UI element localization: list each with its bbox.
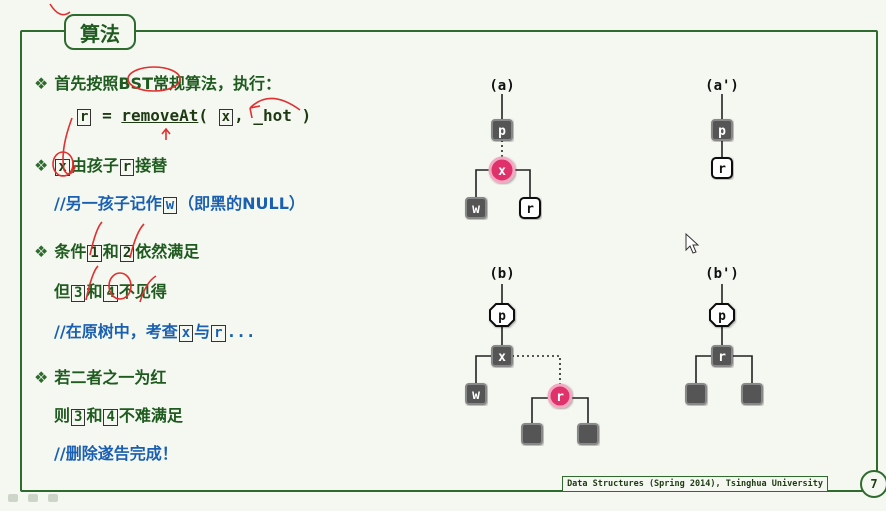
node-b-prime-p: p bbox=[709, 303, 735, 327]
node-label: w bbox=[472, 388, 480, 403]
node-b-x: x bbox=[491, 345, 513, 367]
node-a-w: w bbox=[465, 197, 487, 219]
node-a-r: r bbox=[519, 197, 541, 219]
diagram-label-b-prime: (b') bbox=[705, 266, 739, 282]
page-number: 7 bbox=[860, 470, 886, 498]
diagram-label-a: (a) bbox=[489, 78, 514, 94]
node-a-prime-p: p bbox=[711, 119, 733, 141]
node-label: p bbox=[498, 124, 506, 139]
diagram-label-a-prime: (a') bbox=[705, 78, 739, 94]
annotation-arrow-x bbox=[249, 97, 301, 119]
node-b-child-right bbox=[577, 423, 599, 445]
annotation-circle-bst bbox=[127, 66, 181, 92]
annotation-arrow-r bbox=[62, 117, 77, 175]
annotation-ticks-12 bbox=[89, 221, 145, 259]
annotation-stroke bbox=[49, 3, 71, 16]
node-b-child-left bbox=[521, 423, 543, 445]
pen-icon[interactable] bbox=[8, 494, 18, 502]
node-label: x bbox=[498, 350, 506, 365]
node-label: p bbox=[718, 309, 726, 324]
mouse-cursor-icon bbox=[685, 232, 700, 254]
node-label: r bbox=[526, 202, 534, 217]
menu-icon[interactable] bbox=[28, 494, 38, 502]
node-a-x: x bbox=[488, 156, 516, 184]
node-label: x bbox=[498, 164, 506, 179]
node-a-p: p bbox=[491, 119, 513, 141]
annotation-tick-3 bbox=[85, 265, 99, 301]
node-label: w bbox=[472, 202, 480, 217]
node-b-r: r bbox=[547, 383, 573, 409]
node-label: p bbox=[498, 309, 506, 324]
node-b-prime-r: r bbox=[711, 345, 733, 367]
annotation-circle-4 bbox=[108, 272, 132, 300]
node-label: r bbox=[718, 350, 726, 365]
rb-tree-diagrams: (a) (a') (b) (b') p x w r p r p x w r p … bbox=[465, 78, 763, 445]
node-a-prime-r: r bbox=[711, 157, 733, 179]
node-label: p bbox=[718, 124, 726, 139]
slide-footer: Data Structures (Spring 2014), Tsinghua … bbox=[562, 476, 828, 492]
annotation-arrow-up bbox=[161, 127, 171, 140]
next-slide-icon[interactable] bbox=[48, 494, 58, 502]
node-b-p: p bbox=[489, 303, 515, 327]
node-b-prime-child-right bbox=[741, 383, 763, 405]
node-b-prime-child-left bbox=[685, 383, 707, 405]
node-label: r bbox=[556, 390, 564, 405]
node-label: r bbox=[718, 162, 726, 177]
slide-title: 算法 bbox=[64, 14, 136, 50]
slide-tools bbox=[8, 494, 58, 502]
node-b-w: w bbox=[465, 383, 487, 405]
annotation-tick-4 bbox=[139, 275, 157, 303]
diagram-label-b: (b) bbox=[489, 266, 514, 282]
